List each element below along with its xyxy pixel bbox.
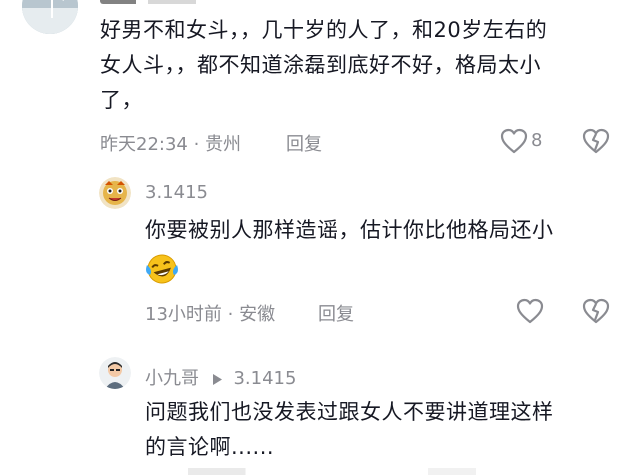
like-count: 8	[531, 130, 543, 151]
reply-location: 安徽	[239, 304, 276, 325]
reply-button[interactable]: 回复	[286, 130, 322, 156]
comment-text-line: 女人斗，，都不知道涂磊到底好不好，格局太小	[100, 53, 541, 77]
username-cropped	[100, 0, 220, 4]
comment-location: 贵州	[205, 134, 242, 155]
play-triangle-icon	[212, 373, 222, 385]
cropped-content	[140, 468, 620, 475]
reply-button[interactable]: 回复	[318, 300, 354, 326]
broken-heart-icon[interactable]	[582, 128, 610, 154]
comment-text: 好男不和女斗，，几十岁的人了，和20岁左右的 女人斗，，都不知道涂磊到底好不好，…	[100, 13, 630, 118]
reply-username[interactable]: 小九哥	[145, 368, 199, 389]
reply-avatar-image	[99, 357, 131, 389]
heart-outline-icon[interactable]	[516, 298, 544, 324]
reply-text-line: 的言论啊......	[145, 435, 275, 459]
comment-text-line: 了，	[100, 88, 143, 112]
reply-time: 13小时前	[145, 304, 222, 325]
reply-username[interactable]: 3.1415	[145, 182, 208, 203]
comment-text-line: 好男不和女斗，，几十岁的人了，和20岁左右的	[100, 18, 548, 42]
avatar[interactable]	[22, 0, 78, 34]
heart-outline-icon[interactable]	[500, 128, 528, 154]
reply-avatar[interactable]	[99, 357, 131, 389]
reply-header: 小九哥 3.1415	[145, 364, 296, 390]
reply-text-line: 问题我们也没发表过跟女人不要讲道理这样	[145, 400, 554, 424]
comment-meta: 昨天22:34 · 贵州	[100, 130, 241, 156]
avatar-image	[22, 0, 78, 34]
reply-avatar[interactable]	[99, 177, 131, 209]
comment-time: 昨天22:34	[100, 134, 188, 155]
reply-text: 问题我们也没发表过跟女人不要讲道理这样 的言论啊......	[145, 395, 625, 465]
reply-text: 你要被别人那样造谣，估计你比他格局还小	[145, 218, 554, 242]
reply-meta: 13小时前 · 安徽	[145, 300, 275, 326]
meta-separator: ·	[193, 134, 206, 155]
laughing-crying-emoji	[144, 253, 180, 285]
broken-heart-icon[interactable]	[582, 298, 610, 324]
meta-separator: ·	[227, 304, 240, 325]
reply-avatar-image	[99, 177, 131, 209]
reply-to-username[interactable]: 3.1415	[233, 368, 296, 389]
